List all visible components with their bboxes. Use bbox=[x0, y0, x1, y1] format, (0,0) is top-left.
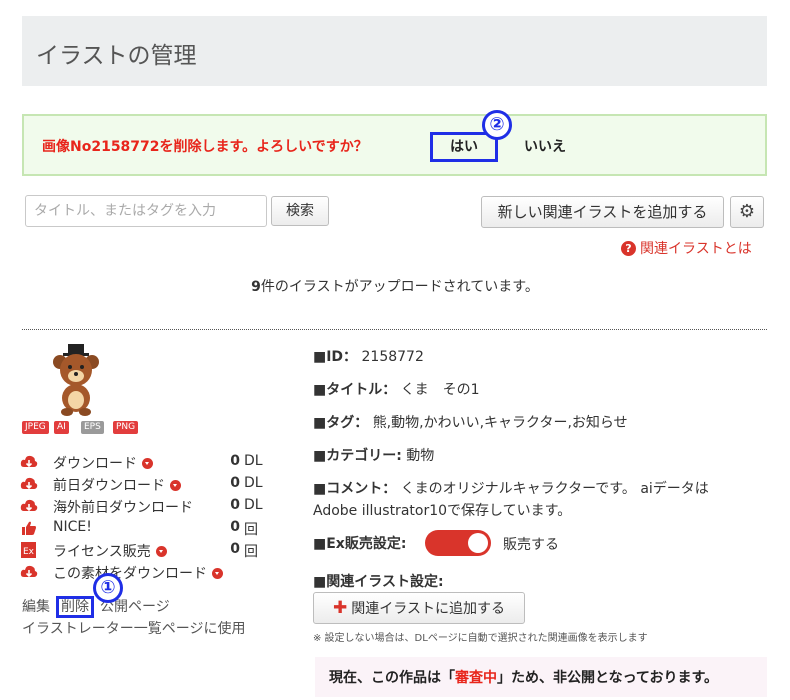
ex-icon: Ex bbox=[21, 542, 36, 558]
cloud-download-icon bbox=[20, 455, 38, 468]
illustration-thumbnail[interactable] bbox=[46, 342, 106, 416]
dropdown-icon[interactable] bbox=[170, 480, 181, 491]
related-note: ※ 設定しない場合は、DLページに自動で選択された関連画像を表示します bbox=[313, 633, 648, 644]
upload-count-text: 件のイラストがアップロードされています。 bbox=[260, 279, 539, 295]
format-badge-ai: AI bbox=[54, 421, 69, 434]
search-input[interactable] bbox=[25, 195, 267, 227]
info-id-value: 2158772 bbox=[361, 349, 424, 365]
stat-value: 0 bbox=[230, 541, 240, 557]
stat-value: 0 bbox=[230, 497, 240, 513]
stat-downloads: ダウンロード 0 DL bbox=[20, 452, 263, 472]
notice-pre: 現在、この作品は「 bbox=[329, 670, 455, 686]
delete-confirm-message: 画像No2158772を削除します。よろしいですか？ bbox=[42, 139, 368, 155]
page-title: イラストの管理 bbox=[36, 43, 197, 69]
download-this-material[interactable]: この素材をダウンロード bbox=[20, 562, 260, 582]
stat-label: ダウンロード bbox=[53, 456, 137, 472]
dropdown-icon[interactable] bbox=[142, 458, 153, 469]
thumbs-up-icon bbox=[22, 521, 36, 535]
dropdown-icon[interactable] bbox=[155, 546, 167, 557]
related-help-label: 関連イラストとは bbox=[640, 241, 752, 257]
stat-unit: 回 bbox=[244, 522, 258, 538]
stat-unit: DL bbox=[244, 475, 263, 491]
stat-unit: 回 bbox=[244, 544, 258, 560]
divider bbox=[22, 329, 767, 330]
info-comment-label: ■コメント： bbox=[313, 481, 397, 497]
stat-value: 0 bbox=[230, 475, 240, 491]
info-related: ■関連イラスト設定: bbox=[313, 571, 444, 591]
format-badge-eps: EPS bbox=[81, 421, 104, 434]
search-button[interactable]: 検索 bbox=[271, 196, 329, 226]
page-header: イラストの管理 bbox=[22, 16, 767, 86]
info-title-value: くま その1 bbox=[400, 382, 480, 398]
info-comment-line2: Adobe illustrator10で保存しています。 bbox=[313, 503, 572, 519]
edit-link[interactable]: 編集 bbox=[22, 599, 50, 615]
cloud-download-icon bbox=[20, 565, 38, 578]
gear-icon: ⚙ bbox=[738, 201, 756, 222]
stat-value: 0 bbox=[230, 519, 240, 535]
format-badge-png: PNG bbox=[113, 421, 139, 434]
stat-unit: DL bbox=[244, 453, 263, 469]
info-tags: ■タグ： 熊,動物,かわいい,キャラクター,お知らせ bbox=[313, 412, 628, 432]
cloud-download-icon bbox=[20, 499, 38, 512]
svg-text:Ex: Ex bbox=[23, 547, 35, 557]
stat-label: この素材をダウンロード bbox=[53, 566, 207, 582]
annotation-marker-1: ① bbox=[93, 573, 123, 603]
info-tags-value: 熊,動物,かわいい,キャラクター,お知らせ bbox=[372, 415, 628, 431]
info-id: ■ID： 2158772 bbox=[313, 346, 424, 366]
info-category-label: ■カテゴリー: bbox=[313, 448, 402, 464]
upload-count: 9件のイラストがアップロードされています。 bbox=[0, 276, 790, 296]
info-comment-value: くまのオリジナルキャラクターです。 aiデータは bbox=[400, 481, 709, 497]
stat-label: NICE! bbox=[53, 519, 92, 535]
cloud-download-icon bbox=[20, 477, 38, 490]
related-setting-label: ■関連イラスト設定: bbox=[313, 574, 444, 590]
stat-license-sales: Ex ライセンス販売 0 回 bbox=[20, 540, 260, 560]
ex-sale-toggle[interactable] bbox=[425, 530, 491, 556]
related-help-link[interactable]: ? 関連イラストとは bbox=[621, 238, 752, 258]
info-category-value: 動物 bbox=[406, 448, 435, 464]
notice-highlight: 審査中 bbox=[455, 670, 497, 686]
info-ex-label: ■Ex販売設定: bbox=[313, 533, 406, 553]
notice-post: 」ため、非公開となっております。 bbox=[497, 670, 719, 686]
add-to-related-label: 関連イラストに追加する bbox=[351, 601, 505, 617]
stat-label: ライセンス販売 bbox=[53, 544, 151, 560]
dropdown-icon[interactable] bbox=[212, 568, 223, 579]
delete-confirm-panel: 画像No2158772を削除します。よろしいですか？ はい いいえ bbox=[22, 114, 767, 176]
confirm-no-button[interactable]: いいえ bbox=[524, 136, 566, 156]
annotation-marker-2: ② bbox=[482, 110, 512, 140]
format-badge-jpeg: JPEG bbox=[22, 421, 49, 434]
use-on-list-page-link[interactable]: イラストレーター一覧ページに使用 bbox=[22, 618, 245, 638]
plus-icon: ✚ bbox=[333, 598, 348, 618]
question-icon: ? bbox=[621, 241, 636, 256]
stat-value: 0 bbox=[230, 453, 240, 469]
stat-unit: DL bbox=[244, 497, 263, 513]
info-tags-label: ■タグ： bbox=[313, 415, 369, 431]
stat-label: 前日ダウンロード bbox=[53, 478, 165, 494]
settings-button[interactable]: ⚙ bbox=[730, 196, 764, 228]
review-status-notice: 現在、この作品は「審査中」ため、非公開となっております。 bbox=[315, 657, 767, 697]
stat-nice: NICE! 0 回 bbox=[20, 518, 260, 538]
delete-link[interactable]: 削除 bbox=[56, 596, 94, 618]
info-category: ■カテゴリー: 動物 bbox=[313, 445, 434, 465]
stat-prev-day-downloads: 前日ダウンロード 0 DL bbox=[20, 474, 263, 494]
stat-overseas-downloads: 海外前日ダウンロード 0 DL bbox=[20, 496, 263, 516]
info-title: ■タイトル： くま その1 bbox=[313, 379, 480, 399]
add-to-related-button[interactable]: ✚ 関連イラストに追加する bbox=[313, 592, 525, 624]
ex-sale-toggle-label: 販売する bbox=[503, 537, 559, 553]
info-comment: ■コメント： くまのオリジナルキャラクターです。 aiデータは bbox=[313, 478, 709, 498]
info-id-label: ■ID： bbox=[313, 349, 358, 365]
stat-label: 海外前日ダウンロード bbox=[53, 500, 193, 516]
add-related-illustration-button[interactable]: 新しい関連イラストを追加する bbox=[481, 196, 724, 228]
upload-count-number: 9 bbox=[251, 279, 261, 295]
info-title-label: ■タイトル： bbox=[313, 382, 397, 398]
ex-sale-label: ■Ex販売設定: bbox=[313, 536, 407, 552]
